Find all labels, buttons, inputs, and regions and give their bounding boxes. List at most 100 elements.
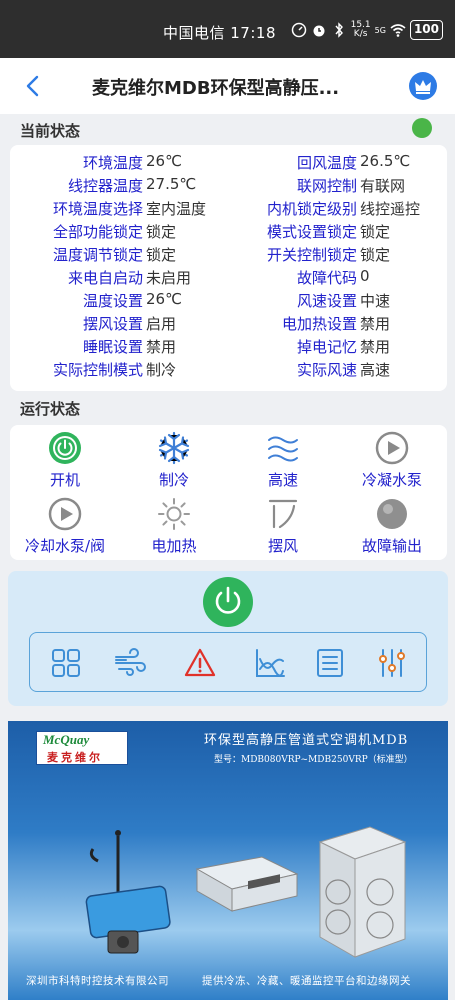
battery-indicator: 100: [409, 20, 443, 40]
status-value: 有联网: [360, 177, 406, 195]
run-item-label: 制冷: [158, 471, 189, 489]
status-icons: 15.1 K/s 5G 100: [291, 20, 443, 40]
power-icon: [215, 586, 241, 614]
logo-text-en: McQuay: [43, 732, 90, 747]
outdoor-unit-image: [318, 826, 407, 958]
power-button[interactable]: [203, 577, 253, 627]
status-label: 内机锁定级别: [266, 200, 357, 218]
run-item-label: 开机: [49, 471, 80, 489]
carrier-time: 中国电信 17:18: [163, 24, 276, 42]
run-item-swing: 摆风: [228, 497, 338, 556]
status-label: 摆风设置: [82, 315, 143, 333]
status-label: 线控器温度: [67, 177, 143, 195]
status-label: 模式设置锁定: [266, 223, 357, 241]
status-row: 环境温度选择 室内温度 内机锁定级别 线控遥控: [10, 198, 447, 221]
status-row: 睡眠设置 禁用 掉电记忆 禁用: [10, 336, 447, 359]
status-label: 温度调节锁定: [52, 246, 143, 264]
status-label: 来电自启动: [67, 269, 143, 287]
online-status-indicator: [412, 118, 432, 138]
gray-dot-icon: [377, 499, 407, 529]
tool-bar: [29, 632, 427, 692]
status-label: 联网控制: [296, 177, 357, 195]
status-row: 温度调节锁定 锁定 开关控制锁定 锁定: [10, 244, 447, 267]
status-value: 禁用: [146, 338, 177, 356]
swing-icon: [268, 499, 298, 529]
status-value: 26℃: [146, 290, 182, 308]
app-header: 麦克维尔MDB环保型高静压...: [0, 58, 455, 114]
wind-waves-icon: [268, 436, 298, 462]
status-label: 风速设置: [296, 292, 357, 310]
bluetooth-icon: [335, 22, 343, 38]
status-value: 26.5℃: [360, 152, 411, 170]
sliders-icon[interactable]: [376, 647, 408, 679]
status-row: 线控器温度 27.5℃ 联网控制 有联网: [10, 175, 447, 198]
status-row: 来电自启动 未启用 故障代码 0: [10, 267, 447, 290]
status-label: 温度设置: [82, 292, 143, 310]
run-item-label: 电加热: [151, 537, 197, 555]
status-value: 高速: [360, 361, 391, 379]
run-item-cooling: 制冷: [119, 431, 229, 490]
banner-company: 深圳市科特时控技术有限公司: [26, 975, 169, 987]
run-status-card: 开机 制冷 高速 冷凝水泵 冷却水泵/阀 电加热 摆风 故障输出: [10, 425, 447, 560]
run-item-electric-heat: 电加热: [119, 497, 229, 556]
status-row: 环境温度 26℃ 回风温度 26.5℃: [10, 152, 447, 175]
status-row: 摆风设置 启用 电加热设置 禁用: [10, 313, 447, 336]
play-circle-icon: [375, 431, 409, 465]
status-row: 温度设置 26℃ 风速设置 中速: [10, 290, 447, 313]
status-value: 中速: [360, 292, 391, 310]
grid-icon[interactable]: [50, 647, 82, 679]
mcquay-logo: McQuay 麦克维尔: [36, 731, 128, 765]
status-value: 禁用: [360, 338, 391, 356]
wind-icon[interactable]: [114, 647, 146, 679]
status-value: 27.5℃: [146, 175, 197, 193]
status-label: 开关控制锁定: [266, 246, 357, 264]
banner-model: 型号：MDB080VRP~MDB250VRP（标准型）: [214, 755, 413, 765]
play-circle-icon: [48, 497, 82, 531]
indoor-unit-image: [195, 856, 299, 912]
status-value: 启用: [146, 315, 177, 333]
status-value: 禁用: [360, 315, 391, 333]
status-label: 实际控制模式: [52, 361, 143, 379]
status-value: 锁定: [360, 246, 391, 264]
run-item-fault-output: 故障输出: [337, 497, 447, 556]
status-label: 环境温度选择: [52, 200, 143, 218]
run-item-label: 冷却水泵/阀: [24, 537, 106, 555]
warning-icon[interactable]: [184, 647, 216, 679]
status-value: 锁定: [360, 223, 391, 241]
list-icon[interactable]: [314, 647, 346, 679]
status-value: 锁定: [146, 246, 177, 264]
gateway-device-image: [85, 830, 171, 954]
banner-title: 环保型高静压管道式空调机MDB: [204, 733, 409, 748]
system-status-bar: 中国电信 17:18 15.1 K/s 5G 100: [0, 0, 455, 58]
status-value: 26℃: [146, 152, 182, 170]
current-status-heading: 当前状态: [20, 122, 81, 140]
run-item-condensate-pump: 冷凝水泵: [337, 431, 447, 490]
status-value: 锁定: [146, 223, 177, 241]
chart-icon[interactable]: [254, 647, 286, 679]
status-label: 电加热设置: [281, 315, 357, 333]
run-status-heading: 运行状态: [20, 400, 81, 418]
back-arrow-icon[interactable]: [22, 74, 46, 98]
net-speed: 15.1 K/s: [350, 20, 371, 39]
current-status-card: 环境温度 26℃ 回风温度 26.5℃ 线控器温度 27.5℃ 联网控制 有联网…: [10, 145, 447, 391]
status-value: 室内温度: [146, 200, 207, 218]
control-panel: [8, 571, 448, 706]
crown-icon[interactable]: [409, 72, 437, 100]
power-on-icon: [49, 432, 81, 464]
run-item-label: 摆风: [267, 537, 298, 555]
run-item-label: 冷凝水泵: [361, 471, 422, 489]
status-row: 实际控制模式 制冷 实际风速 高速: [10, 359, 447, 382]
banner-slogan: 提供冷冻、冷藏、暖通监控平台和边缘网关: [202, 975, 411, 987]
status-label: 环境温度: [82, 154, 143, 172]
speed-icon: [291, 22, 306, 38]
status-label: 全部功能锁定: [52, 223, 143, 241]
sun-icon: [158, 498, 190, 530]
snowflake-icon: [158, 431, 190, 465]
wifi-icon: [390, 24, 406, 37]
signal-label: 5G: [374, 25, 386, 35]
status-value: 未启用: [146, 269, 192, 287]
status-label: 实际风速: [296, 361, 357, 379]
status-value: 制冷: [146, 361, 177, 379]
run-item-high-speed: 高速: [228, 431, 338, 490]
logo-text-cn: 麦克维尔: [47, 751, 103, 764]
